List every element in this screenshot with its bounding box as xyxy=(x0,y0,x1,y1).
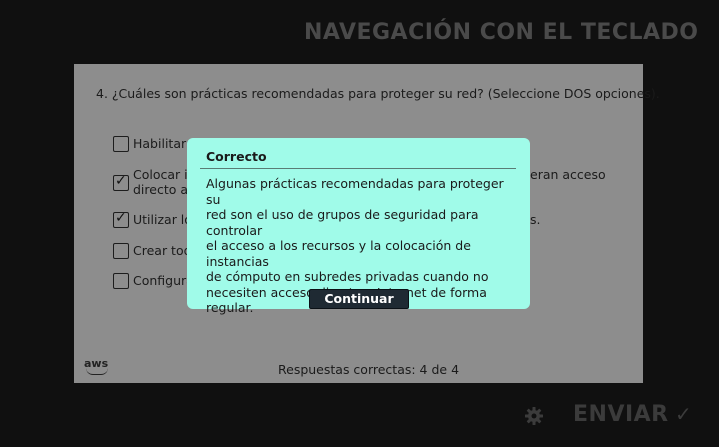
option-3-label-right: s. xyxy=(530,212,541,227)
checkbox[interactable] xyxy=(113,136,129,152)
option-label: Configura xyxy=(133,273,194,288)
gear-icon[interactable] xyxy=(524,406,544,426)
aws-smile-icon xyxy=(86,368,108,375)
option-label: Colocar i xyxy=(133,167,188,182)
modal-body-line: el acceso a los recursos y la colocación… xyxy=(206,238,471,269)
checkbox[interactable] xyxy=(113,243,129,259)
question-text: 4. ¿Cuáles son prácticas recomendadas pa… xyxy=(96,86,660,101)
feedback-modal: Correcto Algunas prácticas recomendadas … xyxy=(187,138,530,315)
submit-button[interactable]: ENVIAR xyxy=(573,402,669,427)
checkmark-icon: ✓ xyxy=(675,402,692,426)
modal-body-line: de cómputo en subredes privadas cuando n… xyxy=(206,269,489,284)
checkbox[interactable] xyxy=(113,273,129,289)
continue-button[interactable]: Continuar xyxy=(309,289,409,309)
page-title: NAVEGACIÓN CON EL TECLADO xyxy=(304,20,699,45)
modal-title: Correcto xyxy=(206,149,267,164)
modal-body-line: red son el uso de grupos de seguridad pa… xyxy=(206,207,479,238)
score-text: Respuestas correctas: 4 de 4 xyxy=(278,362,460,377)
option-label: Habilitar xyxy=(133,136,187,151)
modal-body-line: Algunas prácticas recomendadas para prot… xyxy=(206,176,504,207)
checkbox-checked[interactable] xyxy=(113,173,129,191)
option-2-label-right: eran acceso xyxy=(530,167,606,182)
modal-divider xyxy=(200,168,516,169)
option-label: Crear tod xyxy=(133,243,192,258)
checkbox-checked[interactable] xyxy=(113,210,129,228)
option-label-line2: directo a xyxy=(133,182,189,197)
option-label: Utilizar lo xyxy=(133,212,192,227)
